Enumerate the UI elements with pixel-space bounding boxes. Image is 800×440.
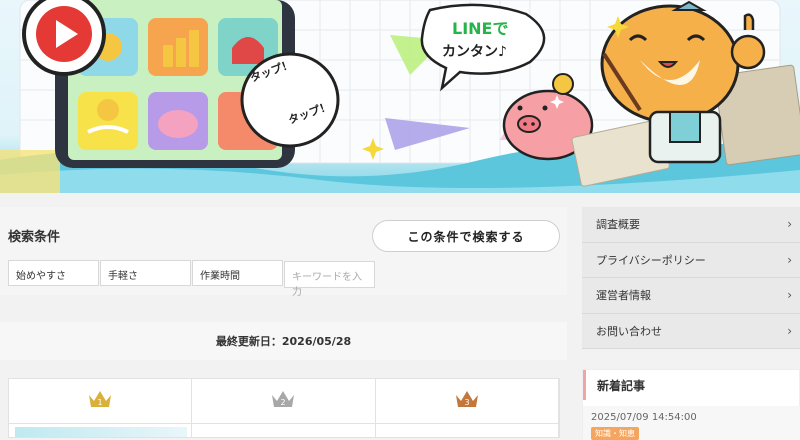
search-panel: 検索条件 この条件で検索する 始めやすさ 手軽さ 作業時間 キーワードを入力 — [0, 207, 567, 298]
filter-ease-of-start[interactable]: 始めやすさ — [8, 260, 99, 286]
hero-banner: タップ！ タップ！ LINEで カンタン♪ — [0, 0, 800, 193]
bubble-line2: カンタン♪ — [442, 44, 507, 60]
rank-column-2: 2 — [192, 379, 376, 437]
news-category-badge[interactable]: 知識・知恵 — [591, 427, 639, 440]
sidebar-item-privacy-policy[interactable]: プライバシーポリシー › — [582, 243, 800, 278]
chevron-right-icon: › — [787, 288, 792, 303]
main-column: 検索条件 この条件で検索する 始めやすさ 手軽さ 作業時間 キーワードを入力 最… — [0, 207, 567, 438]
last-updated: 最終更新日：2026/05/28 — [0, 322, 567, 360]
sidebar-item-label: プライバシーポリシー — [596, 253, 706, 267]
new-articles-title: 新着記事 — [583, 370, 799, 400]
sidebar-item-label: 調査概要 — [596, 218, 640, 232]
search-submit-button[interactable]: この条件で検索する — [372, 220, 560, 252]
sidebar-item-survey-overview[interactable]: 調査概要 › — [582, 207, 800, 243]
ranking-table: 1 2 3 — [8, 378, 560, 438]
chevron-right-icon: › — [787, 252, 792, 267]
hero-illustration: タップ！ タップ！ LINEで カンタン♪ — [0, 0, 800, 193]
ranking-divider — [9, 423, 559, 424]
crown-silver-icon: 2 — [272, 391, 295, 407]
crown-bronze-icon: 3 — [455, 391, 478, 407]
chevron-right-icon: › — [787, 217, 792, 232]
rank-number-2: 2 — [281, 398, 286, 407]
sidebar-item-label: 運営者情報 — [596, 289, 651, 303]
search-title: 検索条件 — [8, 230, 61, 245]
sidebar: 調査概要 › プライバシーポリシー › 運営者情報 › お問い合わせ › 新着記… — [582, 207, 800, 440]
news-item[interactable]: 2025/07/09 14:54:00 知識・知恵 — [583, 406, 800, 440]
rank-column-3: 3 — [376, 379, 559, 437]
bubble-line1: LINEで — [452, 19, 508, 38]
new-articles-widget: 新着記事 2025/07/09 14:54:00 知識・知恵 — [582, 369, 800, 440]
filter-convenience[interactable]: 手軽さ — [100, 260, 191, 286]
crown-gold-icon: 1 — [89, 391, 112, 407]
rank-column-1: 1 — [9, 379, 193, 437]
sidebar-menu: 調査概要 › プライバシーポリシー › 運営者情報 › お問い合わせ › — [582, 207, 800, 349]
chevron-right-icon: › — [787, 323, 792, 338]
sidebar-item-label: お問い合わせ — [596, 324, 662, 338]
keyword-input[interactable]: キーワードを入力 — [284, 261, 375, 298]
rank-number-1: 1 — [98, 398, 103, 407]
rank-number-3: 3 — [464, 398, 469, 407]
filter-work-time[interactable]: 作業時間 — [192, 260, 283, 286]
sidebar-item-contact[interactable]: お問い合わせ › — [582, 314, 800, 349]
sidebar-item-operator-info[interactable]: 運営者情報 › — [582, 278, 800, 314]
news-date: 2025/07/09 14:54:00 — [591, 412, 697, 423]
